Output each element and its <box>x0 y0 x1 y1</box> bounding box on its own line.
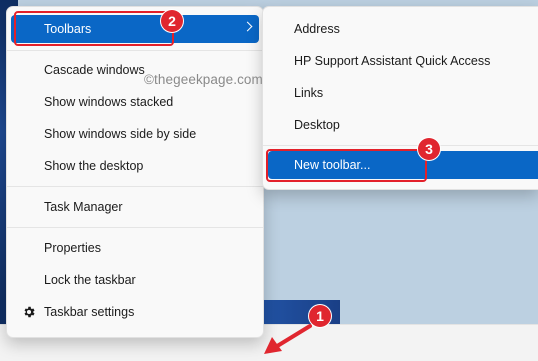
menu-item-show-windows-stacked[interactable]: Show windows stacked <box>11 88 259 116</box>
submenu-item-address[interactable]: Address <box>268 15 538 43</box>
step-badge-3: 3 <box>418 138 440 160</box>
menu-item-taskbar-settings[interactable]: Taskbar settings <box>11 298 259 326</box>
menu-item-show-the-desktop[interactable]: Show the desktop <box>11 152 259 180</box>
taskbar-context-menu: Toolbars Cascade windows Show windows st… <box>6 6 264 338</box>
submenu-item-label: Address <box>294 22 340 36</box>
menu-item-show-windows-side-by-side[interactable]: Show windows side by side <box>11 120 259 148</box>
step-badge-1: 1 <box>309 305 331 327</box>
menu-item-label: Show windows stacked <box>44 95 174 109</box>
watermark: ©thegeekpage.com <box>144 72 263 87</box>
menu-item-task-manager[interactable]: Task Manager <box>11 193 259 221</box>
menu-item-label: Show windows side by side <box>44 127 197 141</box>
menu-separator <box>7 227 263 228</box>
menu-item-label: Cascade windows <box>44 63 145 77</box>
menu-item-lock-the-taskbar[interactable]: Lock the taskbar <box>11 266 259 294</box>
menu-item-label: Lock the taskbar <box>44 273 136 287</box>
submenu-item-links[interactable]: Links <box>268 79 538 107</box>
gear-icon <box>24 306 35 318</box>
chevron-right-icon <box>242 21 253 32</box>
highlight-box-toolbars <box>14 11 174 46</box>
menu-item-label: Show the desktop <box>44 159 144 173</box>
submenu-item-hp-support-assistant[interactable]: HP Support Assistant Quick Access <box>268 47 538 75</box>
menu-item-label: Taskbar settings <box>44 305 135 319</box>
menu-separator <box>263 145 538 146</box>
submenu-item-label: Desktop <box>294 118 340 132</box>
submenu-item-label: HP Support Assistant Quick Access <box>294 54 491 68</box>
menu-item-properties[interactable]: Properties <box>11 234 259 262</box>
submenu-item-label: Links <box>294 86 324 100</box>
arrow-icon <box>264 324 312 354</box>
step-badge-2: 2 <box>161 10 183 32</box>
menu-separator <box>7 50 263 51</box>
menu-separator <box>7 186 263 187</box>
highlight-box-new-toolbar <box>266 149 427 182</box>
menu-item-label: Task Manager <box>44 200 123 214</box>
submenu-item-desktop[interactable]: Desktop <box>268 111 538 139</box>
menu-item-label: Properties <box>44 241 101 255</box>
